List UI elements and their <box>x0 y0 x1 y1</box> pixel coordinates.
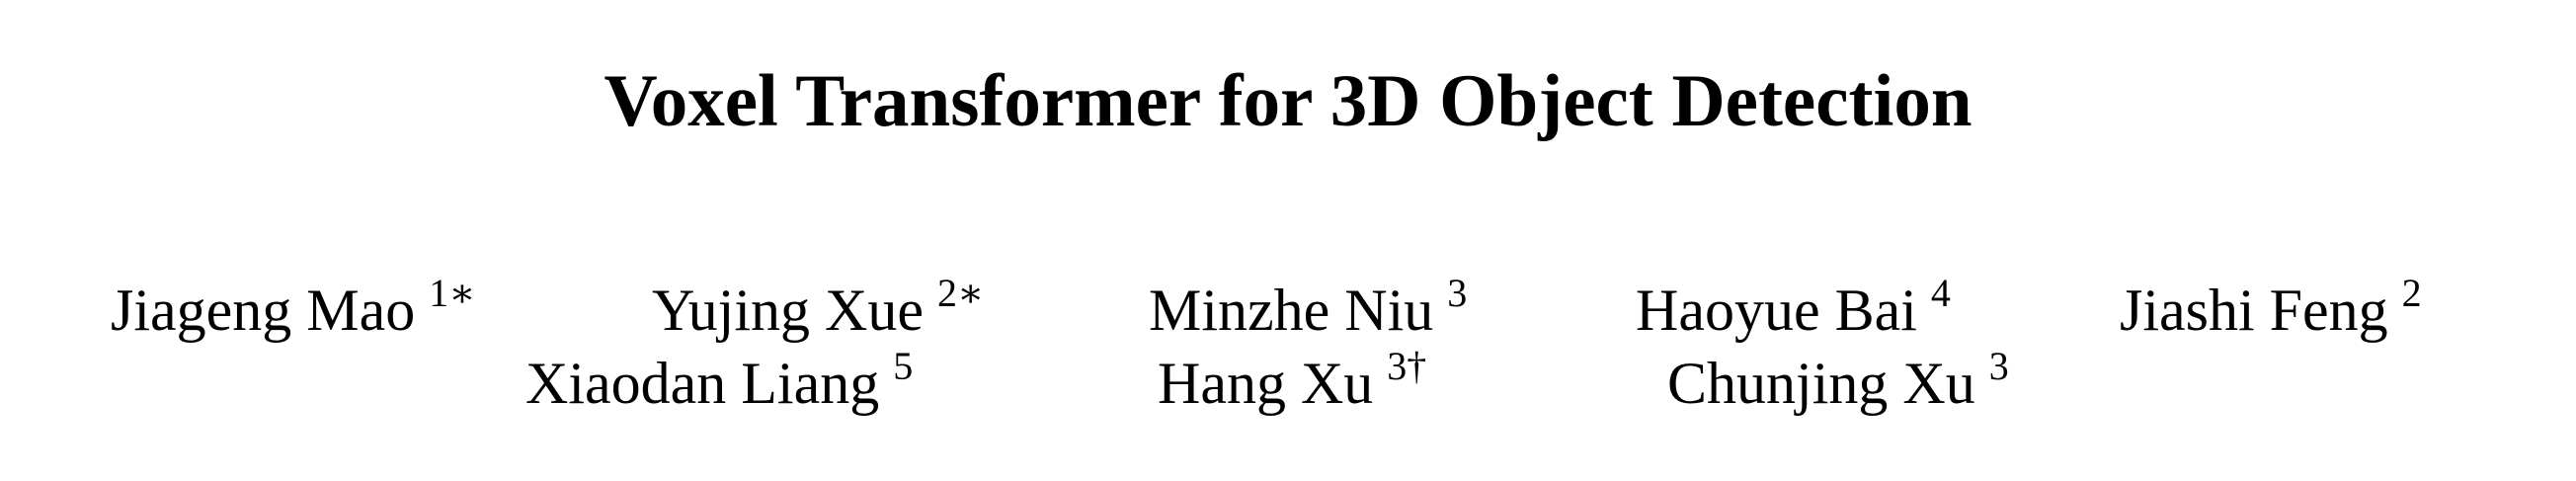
author-affiliation: 3 <box>1988 344 2009 388</box>
author-name: Hang Xu <box>1158 351 1374 416</box>
author-affiliation: 5 <box>893 344 914 388</box>
paper-header: Voxel Transformer for 3D Object Detectio… <box>0 0 2576 481</box>
author-name: Chunjing Xu <box>1667 351 1975 416</box>
author-affiliation: 3 <box>1447 271 1468 315</box>
author-chunjing-xu: Chunjing Xu 3 <box>1667 344 2009 426</box>
author-affiliation: 3† <box>1387 344 1427 388</box>
author-name: Minzhe Niu <box>1149 278 1434 343</box>
author-yujing-xue: Yujing Xue 2∗ <box>652 271 984 353</box>
author-xiaodan-liang: Xiaodan Liang 5 <box>525 344 913 426</box>
author-affiliation: 1∗ <box>429 271 476 315</box>
author-jiashi-feng: Jiashi Feng 2 <box>2120 271 2422 353</box>
author-name: Haoyue Bai <box>1636 278 1917 343</box>
author-name: Yujing Xue <box>652 278 924 343</box>
author-affiliation: 4 <box>1930 271 1951 315</box>
author-minzhe-niu: Minzhe Niu 3 <box>1149 271 1467 353</box>
author-affiliation: 2 <box>2401 271 2422 315</box>
paper-title: Voxel Transformer for 3D Object Detectio… <box>604 60 1972 142</box>
author-name: Jiashi Feng <box>2120 278 2388 343</box>
author-name: Xiaodan Liang <box>525 351 880 416</box>
author-name: Jiageng Mao <box>111 278 416 343</box>
author-jiageng-mao: Jiageng Mao 1∗ <box>111 271 475 353</box>
author-haoyue-bai: Haoyue Bai 4 <box>1636 271 1951 353</box>
author-affiliation: 2∗ <box>936 271 985 315</box>
author-hang-xu: Hang Xu 3† <box>1158 344 1426 426</box>
